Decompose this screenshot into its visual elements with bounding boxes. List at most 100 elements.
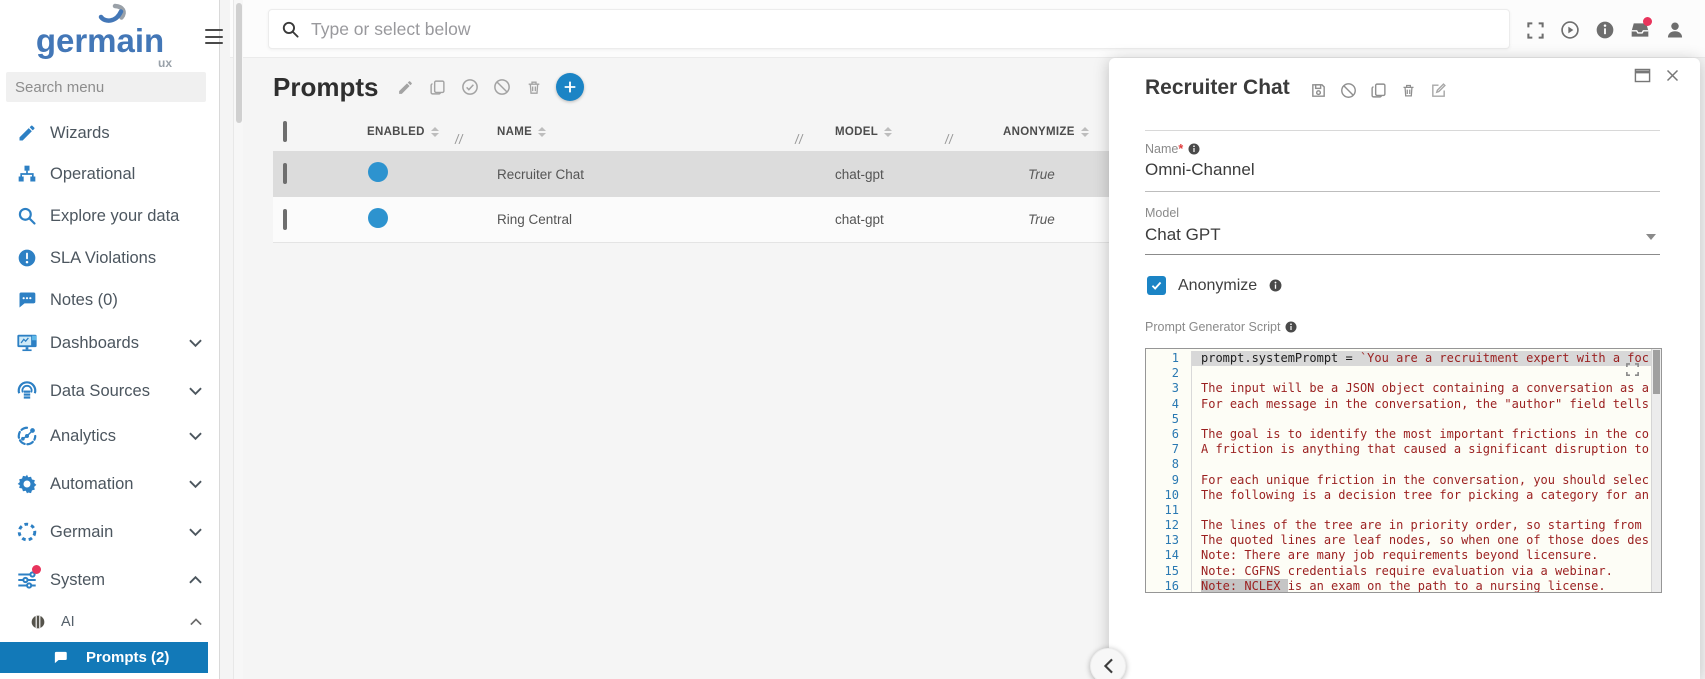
info-icon[interactable] <box>1285 321 1297 333</box>
code-text <box>1192 503 1661 518</box>
column-header-name[interactable]: NAME <box>460 126 800 138</box>
select-all-checkbox[interactable] <box>283 121 287 142</box>
sidebar-item-explore-your-data[interactable]: Explore your data <box>0 196 219 236</box>
search-icon <box>15 206 39 226</box>
name-field-value[interactable]: Omni-Channel <box>1145 160 1255 180</box>
code-line[interactable]: 8 <box>1146 457 1661 472</box>
column-header-model[interactable]: MODEL <box>800 126 950 138</box>
code-line[interactable]: 5 <box>1146 412 1661 427</box>
notifications-icon[interactable] <box>1630 20 1650 40</box>
sidebar-item-notes[interactable]: Notes (0) <box>0 280 219 320</box>
copy-icon[interactable] <box>428 78 447 97</box>
script-code-editor[interactable]: 1prompt.systemPrompt = `You are a recrui… <box>1145 348 1662 593</box>
code-line[interactable]: 12The lines of the tree are in priority … <box>1146 518 1661 533</box>
code-line[interactable]: 3The input will be a JSON object contain… <box>1146 381 1661 396</box>
logo-suffix: ux <box>158 56 172 70</box>
copy-icon[interactable] <box>1370 82 1387 99</box>
sidebar-item-ai[interactable]: AI <box>0 602 219 642</box>
sort-icon <box>538 127 546 138</box>
sidebar-item-wizards[interactable]: Wizards <box>0 113 219 153</box>
sidebar-item-sla-violations[interactable]: SLA Violations <box>0 238 219 278</box>
code-line[interactable]: 9For each unique friction in the convers… <box>1146 473 1661 488</box>
sidebar-item-label: AI <box>61 614 75 630</box>
editor-scrollbar[interactable] <box>1651 349 1661 592</box>
detail-panel: Recruiter Chat Name* Omni-Channel Model … <box>1109 58 1700 679</box>
info-icon[interactable] <box>1595 20 1615 40</box>
code-line[interactable]: 10The following is a decision tree for p… <box>1146 488 1661 503</box>
disable-circle-icon[interactable] <box>492 78 511 97</box>
row-checkbox[interactable] <box>283 163 287 184</box>
table-row-recruiter-chat[interactable]: Recruiter Chat chat-gpt True <box>273 151 1193 197</box>
notification-badge-dot <box>1643 17 1652 26</box>
code-line[interactable]: 11 <box>1146 503 1661 518</box>
sidebar-item-operational[interactable]: Operational <box>0 154 219 194</box>
line-number: 15 <box>1146 564 1192 579</box>
sidebar-item-system[interactable]: System <box>0 560 219 600</box>
delete-icon[interactable] <box>524 78 543 97</box>
code-line[interactable]: 13The quoted lines are leaf nodes, so wh… <box>1146 533 1661 548</box>
sitemap-icon <box>15 164 39 184</box>
column-header-enabled[interactable]: ENABLED <box>317 126 460 138</box>
save-icon[interactable] <box>1310 82 1327 99</box>
sidebar-search-input[interactable] <box>6 72 206 102</box>
line-number: 12 <box>1146 518 1192 533</box>
menu-hamburger-icon[interactable] <box>205 29 223 44</box>
info-icon[interactable] <box>1269 279 1282 292</box>
chevron-down-icon[interactable] <box>189 528 202 537</box>
chevron-down-icon[interactable] <box>189 432 202 441</box>
chat-bubble-icon <box>48 650 72 665</box>
sidebar-item-prompts[interactable]: Prompts (2) <box>0 642 208 673</box>
edit-square-icon[interactable] <box>1430 82 1447 99</box>
code-line[interactable]: 2 <box>1146 366 1661 381</box>
chevron-up-icon[interactable] <box>189 576 202 585</box>
line-number: 16 <box>1146 579 1192 593</box>
disable-circle-icon[interactable] <box>1340 82 1357 99</box>
sidebar-item-automation[interactable]: Automation <box>0 464 219 504</box>
edit-icon[interactable] <box>396 78 415 97</box>
code-line[interactable]: 6The goal is to identify the most import… <box>1146 427 1661 442</box>
info-icon[interactable] <box>1188 143 1200 155</box>
close-icon[interactable] <box>1665 68 1680 83</box>
anonymize-label: Anonymize <box>1178 277 1257 295</box>
column-header-label: NAME <box>497 126 532 138</box>
analytics-icon <box>15 425 39 447</box>
chevron-down-icon[interactable] <box>189 339 202 348</box>
model-field-value[interactable]: Chat GPT <box>1145 225 1221 245</box>
model-dropdown-caret-icon[interactable] <box>1646 234 1656 240</box>
sidebar-item-label: Germain <box>50 523 113 542</box>
chevron-down-icon[interactable] <box>189 387 202 396</box>
line-number: 7 <box>1146 442 1192 457</box>
row-checkbox[interactable] <box>283 209 287 230</box>
code-line[interactable]: 15Note: CGFNS credentials require evalua… <box>1146 564 1661 579</box>
global-search-input[interactable] <box>309 18 1497 41</box>
approve-circle-icon[interactable] <box>460 78 479 97</box>
code-line[interactable]: 16Note: NCLEX is an exam on the path to … <box>1146 579 1661 593</box>
fullscreen-icon[interactable] <box>1525 20 1545 40</box>
code-text: The goal is to identify the most importa… <box>1192 427 1661 442</box>
sidebar-item-analytics[interactable]: Analytics <box>0 416 219 456</box>
line-number: 4 <box>1146 397 1192 412</box>
chevron-down-icon[interactable] <box>189 480 202 489</box>
run-icon[interactable] <box>1560 20 1580 40</box>
chevron-up-icon[interactable] <box>190 618 202 626</box>
sidebar-item-label: Operational <box>50 165 135 184</box>
code-line[interactable]: 7A friction is anything that caused a si… <box>1146 442 1661 457</box>
sidebar-item-germain[interactable]: Germain <box>0 512 219 552</box>
maximize-icon[interactable] <box>1634 68 1651 83</box>
sidebar-item-dashboards[interactable]: Dashboards <box>0 323 219 363</box>
code-line[interactable]: 1prompt.systemPrompt = `You are a recrui… <box>1146 351 1661 366</box>
script-field-label: Prompt Generator Script <box>1145 320 1297 334</box>
anonymize-checkbox[interactable] <box>1147 276 1166 295</box>
editor-expand-icon[interactable] <box>1625 362 1640 382</box>
code-line[interactable]: 4For each message in the conversation, t… <box>1146 397 1661 412</box>
user-icon[interactable] <box>1665 20 1685 40</box>
add-prompt-button[interactable] <box>556 73 584 101</box>
table-row-ring-central[interactable]: Ring Central chat-gpt True <box>273 197 1193 243</box>
code-line[interactable]: 14Note: There are many job requirements … <box>1146 548 1661 563</box>
model-field-label: Model <box>1145 206 1179 220</box>
sidebar-item-data-sources[interactable]: Data Sources <box>0 371 219 411</box>
delete-icon[interactable] <box>1400 82 1417 99</box>
main-vertical-scrollbar[interactable] <box>233 0 243 679</box>
collapse-panel-button[interactable] <box>1090 648 1126 679</box>
panel-window-controls <box>1634 68 1680 83</box>
